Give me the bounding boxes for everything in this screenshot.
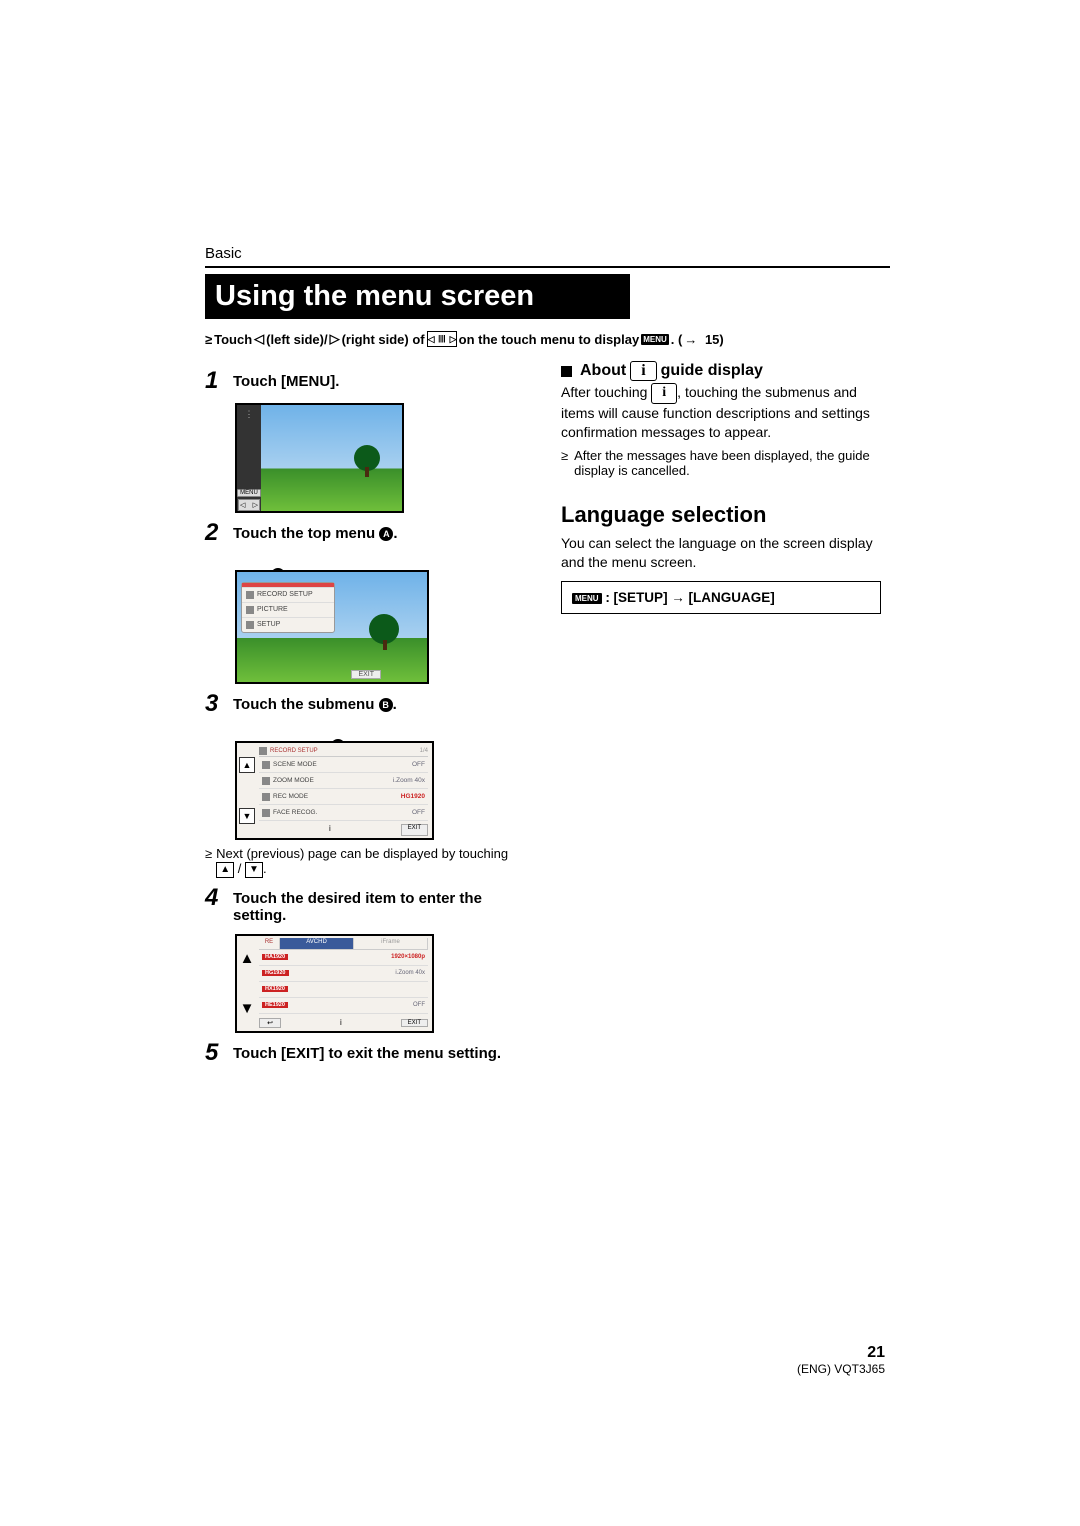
exit-button: EXIT xyxy=(401,1019,428,1027)
step-2: 2 Touch the top menu A. xyxy=(205,521,525,545)
about-bullet: ≥After the messages have been displayed,… xyxy=(561,448,881,478)
info-button-icon: i xyxy=(630,361,656,381)
menu-chip-icon: MENU xyxy=(572,593,602,604)
badge-b-icon: B xyxy=(379,698,393,712)
step-3: 3 Touch the submenu B. xyxy=(205,692,525,716)
menu-chip-icon: MENU xyxy=(641,334,669,345)
up-key-icon: ▲ xyxy=(216,862,234,878)
info-button-icon: i xyxy=(651,383,677,404)
intro-line: ≥ Touch ◁ (left side)/ ▷ (right side) of… xyxy=(205,331,890,347)
figure-submenu: RECORD SETUP1/4 ▲ ▼ SCENE MODEOFF ZOOM M… xyxy=(235,741,434,840)
figure-menu-screen: ⋮ MENU ◁▷ xyxy=(235,403,404,513)
page-number: 21 xyxy=(797,1344,885,1362)
down-key-icon: ▼ xyxy=(245,862,263,878)
step-1: 1 Touch [MENU]. xyxy=(205,369,525,393)
exit-button: EXIT xyxy=(351,670,381,679)
info-icon: i xyxy=(281,1018,401,1027)
step-4: 4 Touch the desired item to enter the se… xyxy=(205,886,525,924)
about-guide-heading: About i guide display xyxy=(561,361,881,381)
nav-strip-icon: ◁▷ xyxy=(238,499,260,511)
page-footer: 21 (ENG) VQT3J65 xyxy=(797,1344,885,1376)
exit-button: EXIT xyxy=(401,824,428,836)
camera-icon xyxy=(259,747,267,755)
manual-page: Basic Using the menu screen ≥ Touch ◁ (l… xyxy=(0,0,1080,1526)
setup-icon xyxy=(246,621,254,629)
touch-menu-strip-icon: ◁||||▷ xyxy=(427,331,457,347)
menu-button-icon: MENU xyxy=(237,489,261,497)
figure-top-menu: RECORD SETUP PICTURE SETUP EXIT xyxy=(235,570,429,684)
down-arrow-icon: ▼ xyxy=(239,808,255,824)
info-icon: i xyxy=(259,824,401,836)
step3-note: ≥ Next (previous) page can be displayed … xyxy=(205,846,525,878)
language-heading: Language selection xyxy=(561,502,881,528)
breadcrumb: Basic xyxy=(205,245,890,268)
page-title: Using the menu screen xyxy=(205,274,630,319)
down-arrow-icon: ▼ xyxy=(240,1000,255,1017)
step-5: 5 Touch [EXIT] to exit the menu setting. xyxy=(205,1041,525,1065)
about-paragraph: After touching i, touching the submenus … xyxy=(561,383,881,442)
figure-setting-select: RE AVCHD iFrame ▲ ▼ HA19201920×1080p HG1… xyxy=(235,934,434,1033)
back-button-icon: ↩ xyxy=(259,1018,281,1028)
square-bullet-icon xyxy=(561,366,572,377)
left-column: 1 Touch [MENU]. ⋮ MENU ◁▷ 2 Tou xyxy=(205,361,525,1065)
camera-icon xyxy=(246,591,254,599)
language-desc: You can select the language on the scree… xyxy=(561,534,881,572)
up-arrow-icon: ▲ xyxy=(239,757,255,773)
picture-icon xyxy=(246,606,254,614)
up-arrow-icon: ▲ xyxy=(240,950,255,967)
right-column: About i guide display After touching i, … xyxy=(561,361,881,1065)
badge-a-icon: A xyxy=(379,527,393,541)
language-path-box: MENU : [SETUP] → [LANGUAGE] xyxy=(561,581,881,614)
doc-code: (ENG) VQT3J65 xyxy=(797,1362,885,1376)
